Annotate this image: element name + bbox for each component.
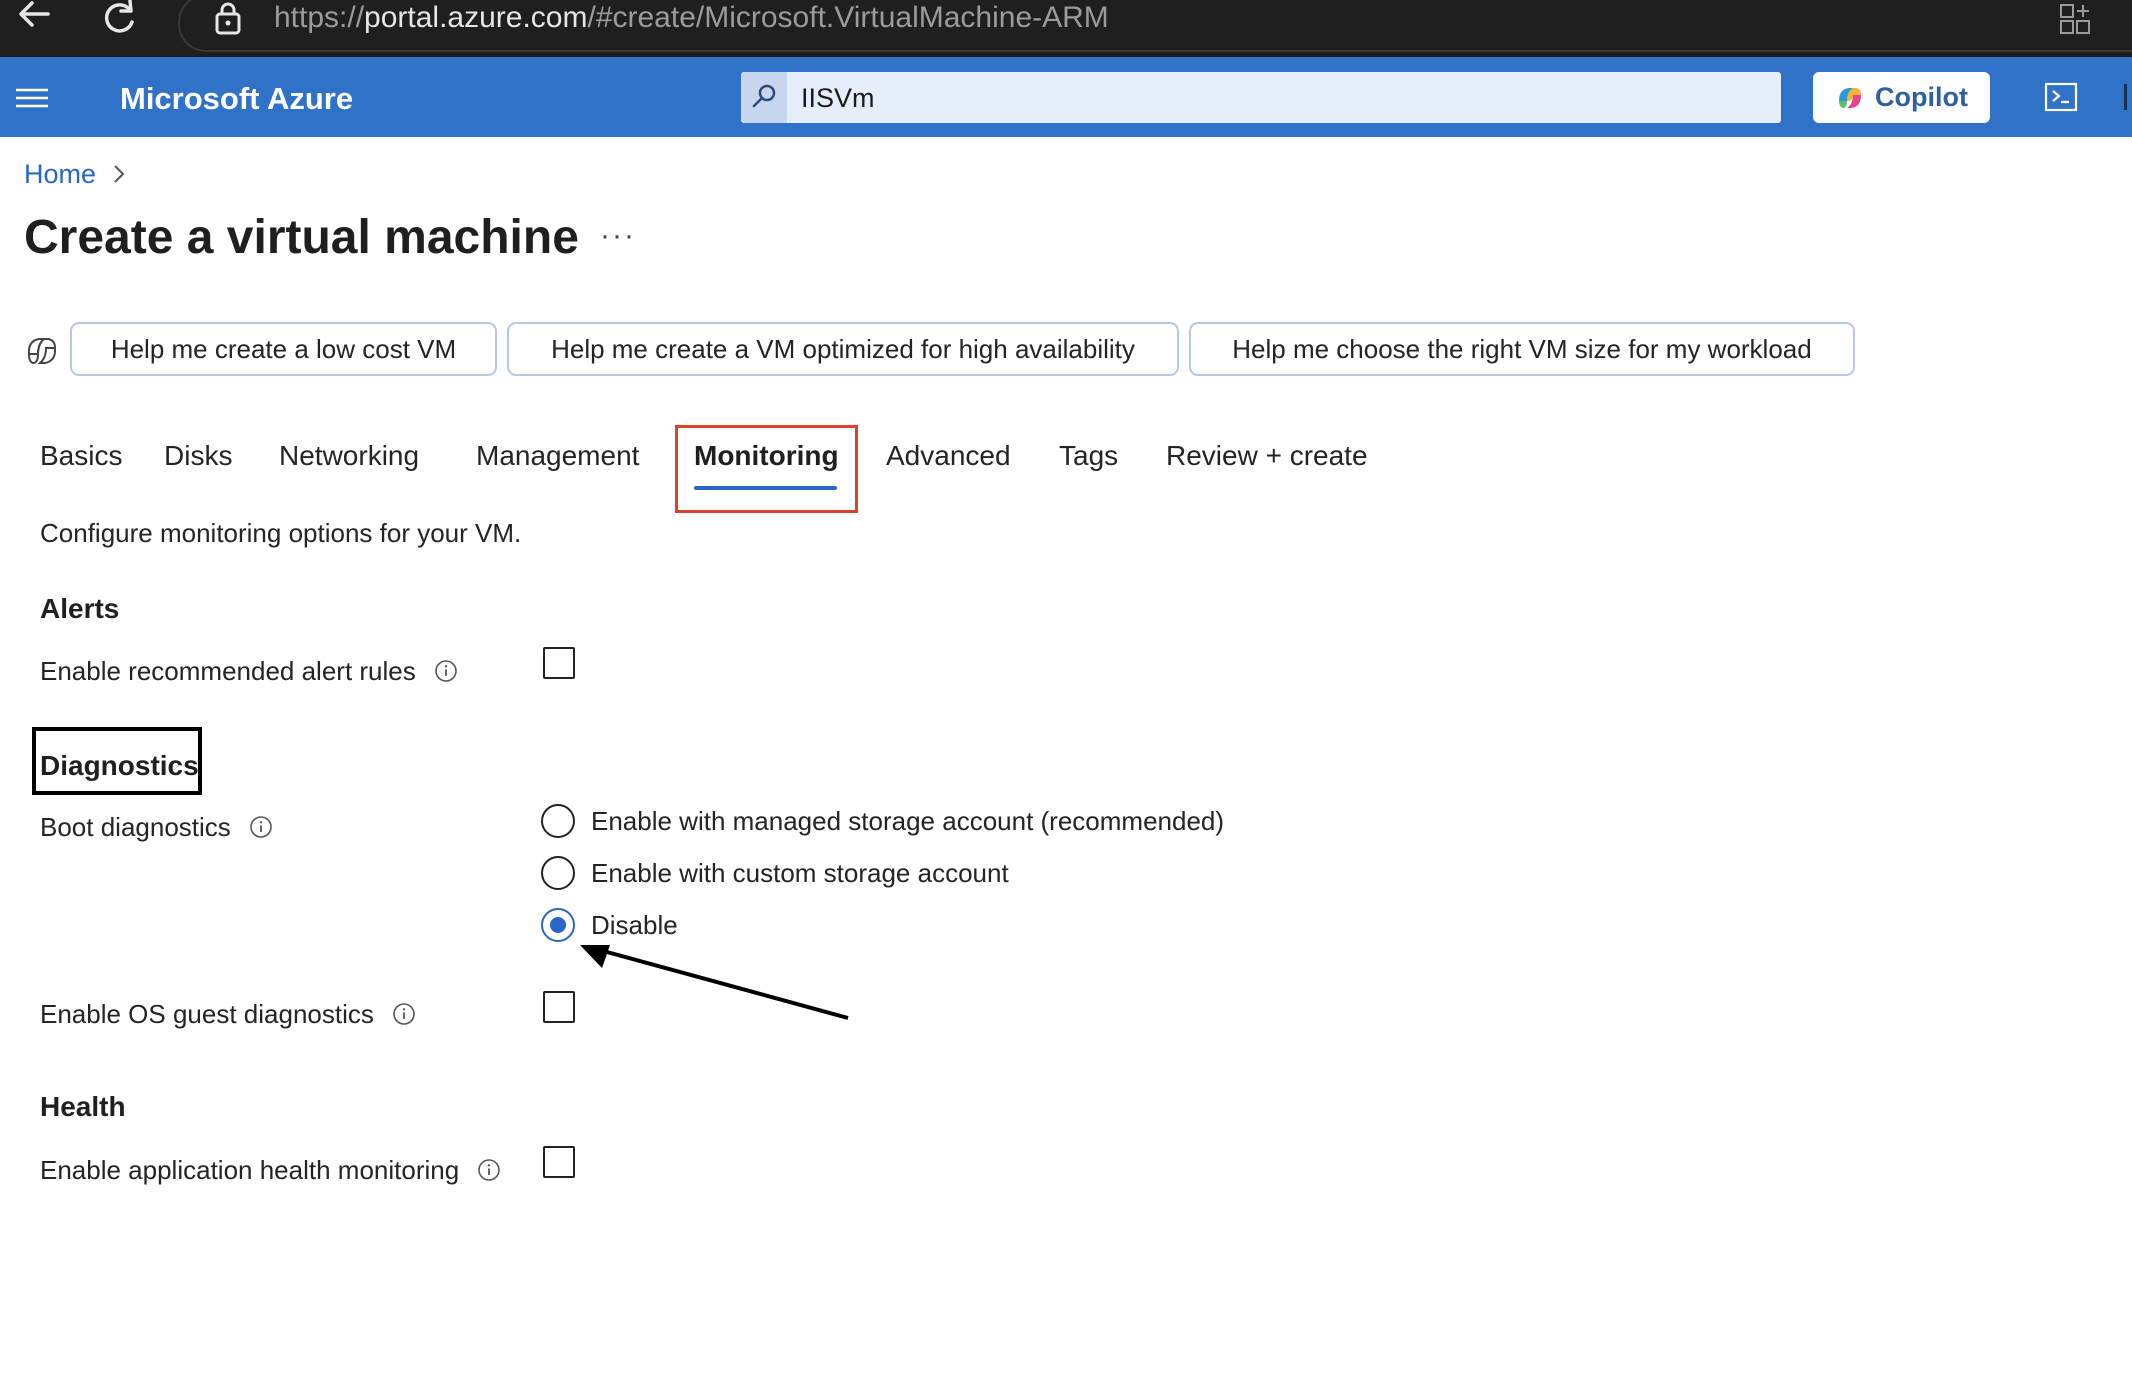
lock-icon[interactable] bbox=[212, 2, 244, 36]
cloud-shell-icon[interactable] bbox=[2044, 82, 2078, 112]
os-guest-diagnostics-label: Enable OS guest diagnostics bbox=[40, 999, 374, 1029]
breadcrumb: Home bbox=[24, 156, 126, 192]
suggestion-high-availability[interactable]: Help me create a VM optimized for high a… bbox=[507, 322, 1179, 376]
diagnostics-highlight-box bbox=[32, 727, 202, 795]
radio-button[interactable] bbox=[541, 856, 575, 890]
more-options-button[interactable]: ··· bbox=[600, 216, 636, 256]
health-heading: Health bbox=[40, 1091, 126, 1122]
back-arrow-icon[interactable] bbox=[14, 0, 54, 36]
suggestion-low-cost-vm[interactable]: Help me create a low cost VM bbox=[70, 322, 497, 376]
alert-rules-label: Enable recommended alert rules bbox=[40, 656, 416, 686]
alert-rules-checkbox[interactable] bbox=[543, 647, 575, 679]
alerts-heading: Alerts bbox=[40, 593, 120, 624]
boot-option-custom[interactable]: Enable with custom storage account bbox=[541, 854, 1009, 892]
boot-option-label: Enable with custom storage account bbox=[591, 858, 1009, 888]
breadcrumb-home-link[interactable]: Home bbox=[24, 156, 96, 192]
monitoring-tab-highlight-box bbox=[675, 425, 858, 513]
info-icon[interactable] bbox=[434, 659, 458, 683]
reload-icon[interactable] bbox=[100, 0, 138, 36]
copilot-button[interactable]: Copilot bbox=[1813, 72, 1990, 123]
suggestion-vm-size[interactable]: Help me choose the right VM size for my … bbox=[1189, 322, 1855, 376]
chevron-right-icon bbox=[114, 165, 125, 183]
copilot-icon bbox=[1839, 87, 1861, 108]
monitoring-intro: Configure monitoring options for your VM… bbox=[40, 518, 522, 548]
address-url[interactable]: https://portal.azure.com/#create/Microso… bbox=[274, 0, 1109, 36]
search-icon bbox=[752, 84, 776, 108]
alert-rules-field: Enable recommended alert rules bbox=[40, 652, 458, 690]
app-health-checkbox[interactable] bbox=[543, 1146, 575, 1178]
app-health-label: Enable application health monitoring bbox=[40, 1155, 460, 1185]
info-icon[interactable] bbox=[392, 1002, 416, 1026]
boot-option-disable[interactable]: Disable bbox=[541, 906, 678, 944]
radio-button[interactable] bbox=[541, 804, 575, 838]
copilot-suggestions-icon bbox=[27, 338, 57, 365]
boot-diagnostics-label: Boot diagnostics bbox=[40, 812, 231, 842]
azure-brand[interactable]: Microsoft Azure bbox=[120, 80, 353, 118]
header-edge-icon[interactable] bbox=[2124, 84, 2127, 110]
os-guest-diagnostics-checkbox[interactable] bbox=[543, 991, 575, 1023]
search-value[interactable]: IISVm bbox=[801, 80, 875, 116]
app-health-field: Enable application health monitoring bbox=[40, 1151, 501, 1189]
radio-dot bbox=[550, 917, 566, 933]
radio-button-selected[interactable] bbox=[541, 908, 575, 942]
boot-option-managed[interactable]: Enable with managed storage account (rec… bbox=[541, 802, 1224, 840]
tab-management[interactable]: Management bbox=[476, 436, 639, 476]
browser-apps-icon[interactable] bbox=[2058, 2, 2092, 36]
boot-option-label: Disable bbox=[591, 910, 678, 940]
tab-review-create[interactable]: Review + create bbox=[1166, 436, 1368, 476]
copilot-label: Copilot bbox=[1875, 82, 1968, 112]
search-input[interactable] bbox=[741, 72, 1781, 123]
boot-option-label: Enable with managed storage account (rec… bbox=[591, 806, 1225, 836]
os-guest-diagnostics-field: Enable OS guest diagnostics bbox=[40, 995, 416, 1033]
tab-networking[interactable]: Networking bbox=[279, 436, 419, 476]
search-icon-area bbox=[741, 72, 787, 123]
page-title: Create a virtual machine bbox=[24, 211, 579, 264]
hamburger-menu-icon[interactable] bbox=[16, 88, 48, 108]
annotation-arrow bbox=[580, 945, 849, 1020]
boot-diagnostics-field: Boot diagnostics bbox=[40, 808, 273, 846]
tab-tags[interactable]: Tags bbox=[1059, 436, 1118, 476]
tab-disks[interactable]: Disks bbox=[164, 436, 232, 476]
info-icon[interactable] bbox=[477, 1158, 501, 1182]
tab-advanced[interactable]: Advanced bbox=[886, 436, 1011, 476]
info-icon[interactable] bbox=[249, 815, 273, 839]
tab-basics[interactable]: Basics bbox=[40, 436, 122, 476]
